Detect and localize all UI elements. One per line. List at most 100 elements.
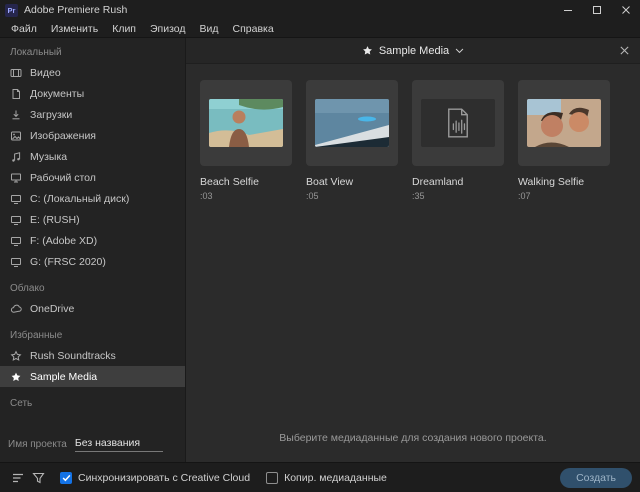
media-item-dreamland[interactable]: Dreamland :35 bbox=[412, 80, 504, 201]
sidebar-item-drive-c[interactable]: C: (Локальный диск) bbox=[0, 188, 185, 209]
media-item-name: Beach Selfie bbox=[200, 176, 259, 188]
footer-toolbar: Синхронизировать с Creative Cloud Копир.… bbox=[0, 462, 640, 492]
media-item-duration: :03 bbox=[200, 191, 213, 201]
filter-button[interactable] bbox=[28, 468, 48, 488]
project-name-label: Имя проекта bbox=[8, 438, 67, 450]
list-icon bbox=[12, 473, 23, 482]
desktop-icon bbox=[10, 172, 22, 184]
sidebar-section-network: Сеть bbox=[10, 397, 33, 409]
media-browser-header: Sample Media bbox=[186, 38, 640, 64]
star-icon bbox=[10, 349, 22, 362]
menu-item-view[interactable]: Вид bbox=[193, 23, 226, 35]
sidebar-item-label: Rush Soundtracks bbox=[30, 349, 116, 362]
media-item-boat-view[interactable]: Boat View :05 bbox=[306, 80, 398, 201]
sidebar-item-label: OneDrive bbox=[30, 302, 75, 315]
sidebar-item-label: Загрузки bbox=[30, 108, 73, 121]
image-icon bbox=[10, 130, 22, 142]
media-grid: Beach Selfie :03 Boat View:05 Dreamland… bbox=[186, 64, 640, 432]
project-name-row: Имя проекта bbox=[0, 426, 185, 462]
window-controls bbox=[553, 0, 640, 20]
media-source-dropdown[interactable]: Sample Media bbox=[362, 45, 464, 57]
menu-item-help[interactable]: Справка bbox=[226, 23, 281, 35]
sidebar-item-onedrive[interactable]: OneDrive bbox=[0, 298, 185, 319]
sidebar-item-drive-g[interactable]: G: (FRSC 2020) bbox=[0, 251, 185, 272]
sidebar-item-videos[interactable]: Видео bbox=[0, 62, 185, 83]
sidebar-item-label: Изображения bbox=[30, 129, 96, 142]
minimize-button[interactable] bbox=[553, 0, 582, 20]
media-item-name: Walking Selfie bbox=[518, 176, 585, 188]
sidebar-item-drive-e[interactable]: E: (RUSH) bbox=[0, 209, 185, 230]
media-item-duration: :07 bbox=[518, 191, 531, 201]
check-icon bbox=[62, 474, 70, 481]
download-icon bbox=[10, 109, 22, 121]
app-window: Pr Adobe Premiere Rush Файл Изменить Кли… bbox=[0, 0, 640, 492]
sidebar-item-music[interactable]: Музыка bbox=[0, 146, 185, 167]
sidebar-item-label: G: (FRSC 2020) bbox=[30, 255, 106, 268]
sidebar-item-label: C: (Локальный диск) bbox=[30, 192, 130, 205]
star-icon bbox=[10, 371, 22, 383]
close-browser-button[interactable] bbox=[619, 38, 630, 63]
media-item-beach-selfie[interactable]: Beach Selfie :03 bbox=[200, 80, 292, 201]
copy-media-option: Копир. медиаданные bbox=[266, 471, 387, 484]
sidebar-item-label: E: (RUSH) bbox=[30, 213, 80, 226]
sidebar-item-label: Музыка bbox=[30, 150, 68, 163]
sidebar-item-desktop[interactable]: Рабочий стол bbox=[0, 167, 185, 188]
menu-item-file[interactable]: Файл bbox=[4, 23, 44, 35]
empty-selection-hint: Выберите медиаданные для создания нового… bbox=[279, 432, 547, 444]
film-icon bbox=[10, 67, 22, 79]
drive-icon bbox=[10, 256, 22, 268]
copy-media-checkbox[interactable] bbox=[266, 471, 279, 484]
sidebar-nav: Локальный Видео Документы Загрузки Изобр… bbox=[0, 38, 185, 426]
titlebar: Pr Adobe Premiere Rush bbox=[0, 0, 640, 20]
media-item-duration: :05 bbox=[306, 191, 319, 201]
menu-item-edit[interactable]: Изменить bbox=[44, 23, 105, 35]
media-source-title: Sample Media bbox=[378, 44, 450, 57]
sidebar-section-cloud: Облако bbox=[10, 282, 45, 294]
create-project-button[interactable]: Создать bbox=[560, 467, 632, 488]
music-icon bbox=[10, 151, 22, 163]
copy-media-checkbox-label: Копир. медиаданные bbox=[284, 471, 387, 484]
star-icon bbox=[362, 46, 372, 55]
media-item-name: Dreamland bbox=[412, 176, 464, 188]
audio-file-icon bbox=[448, 108, 468, 138]
sidebar-item-label: F: (Adobe XD) bbox=[30, 234, 98, 247]
cloud-icon bbox=[10, 303, 22, 315]
sidebar-item-pictures[interactable]: Изображения bbox=[0, 125, 185, 146]
sync-creative-cloud-option: Синхронизировать с Creative Cloud bbox=[60, 471, 250, 484]
filter-icon bbox=[31, 472, 45, 483]
media-item-walking-selfie[interactable]: Walking Selfie :07 bbox=[518, 80, 610, 201]
minimize-icon bbox=[563, 10, 572, 11]
sidebar-item-drive-f[interactable]: F: (Adobe XD) bbox=[0, 230, 185, 251]
media-thumbnail bbox=[200, 80, 292, 166]
list-view-button[interactable] bbox=[8, 468, 28, 488]
premiere-rush-logo-icon: Pr bbox=[5, 3, 18, 17]
sidebar-item-sample-media[interactable]: Sample Media bbox=[0, 366, 185, 387]
close-window-icon bbox=[621, 6, 630, 14]
project-name-input[interactable] bbox=[74, 436, 163, 452]
sidebar-item-label: Рабочий стол bbox=[30, 171, 96, 184]
media-thumbnail bbox=[306, 80, 398, 166]
sidebar-item-rush-soundtracks[interactable]: Rush Soundtracks bbox=[0, 345, 185, 366]
sync-checkbox[interactable] bbox=[60, 471, 72, 484]
menubar: Файл Изменить Клип Эпизод Вид Справка bbox=[0, 20, 640, 38]
menu-item-sequence[interactable]: Эпизод bbox=[143, 23, 193, 35]
close-window-button[interactable] bbox=[611, 0, 640, 20]
media-thumbnail bbox=[412, 80, 504, 166]
menu-item-clip[interactable]: Клип bbox=[105, 23, 143, 35]
sidebar-item-downloads[interactable]: Загрузки bbox=[0, 104, 185, 125]
media-item-duration: :35 bbox=[412, 191, 425, 201]
media-browser: Sample Media Beach Selfie:03 Boat View … bbox=[186, 38, 640, 462]
media-thumbnail bbox=[518, 80, 610, 166]
maximize-icon bbox=[592, 6, 601, 14]
sidebar-item-documents[interactable]: Документы bbox=[0, 83, 185, 104]
sidebar-section-favorites: Избранные bbox=[10, 329, 63, 341]
drive-icon bbox=[10, 214, 22, 226]
close-icon bbox=[620, 46, 629, 55]
sidebar: Локальный Видео Документы Загрузки Изобр… bbox=[0, 38, 186, 462]
drive-icon bbox=[10, 235, 22, 247]
window-title: Adobe Premiere Rush bbox=[24, 4, 128, 16]
main-area: Локальный Видео Документы Загрузки Изобр… bbox=[0, 38, 640, 462]
chevron-down-icon bbox=[455, 48, 464, 53]
sidebar-section-local: Локальный bbox=[10, 46, 62, 58]
maximize-button[interactable] bbox=[582, 0, 611, 20]
